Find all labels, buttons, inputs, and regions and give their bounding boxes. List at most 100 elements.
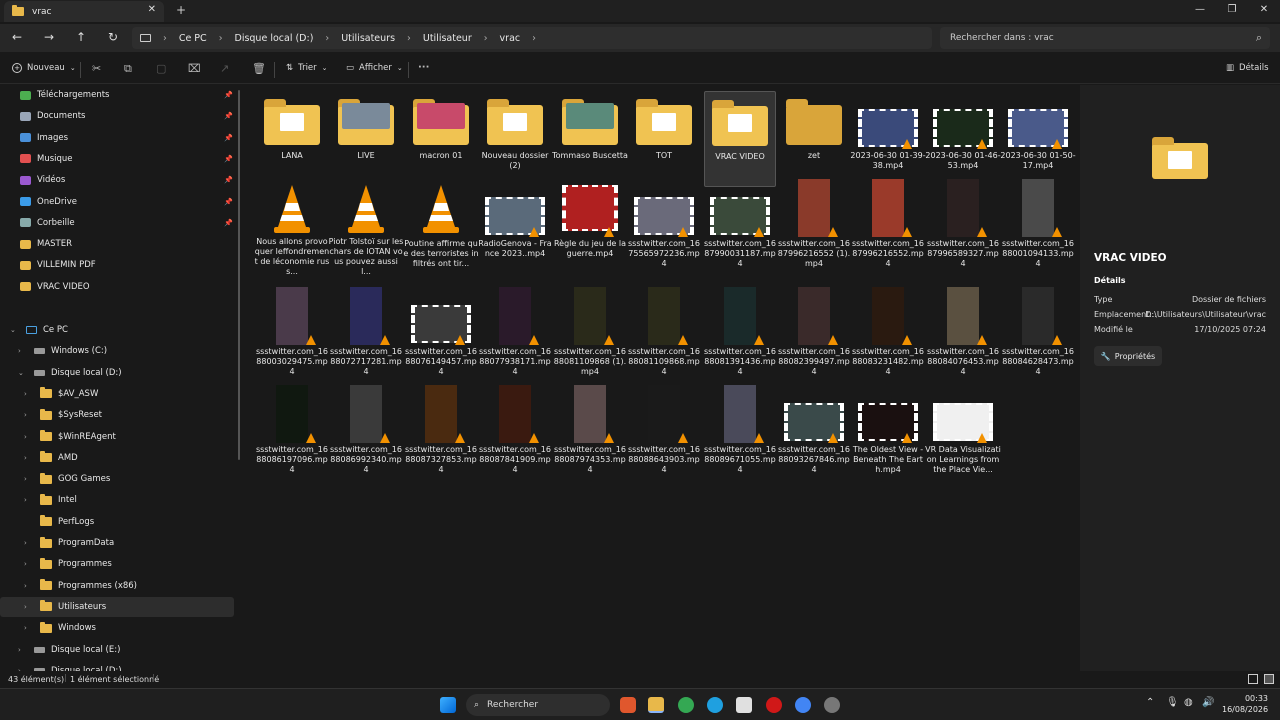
- file-item[interactable]: Piotr Tolstoï sur les chars de lOTAN vou…: [329, 179, 403, 275]
- tree-item[interactable]: › AMD: [0, 448, 234, 468]
- sidebar-item[interactable]: Documents 📌: [20, 106, 236, 126]
- sort-button[interactable]: ⇅ Trier ⌄: [286, 63, 328, 73]
- chrome-icon[interactable]: [795, 697, 811, 713]
- edge-icon[interactable]: [707, 697, 723, 713]
- tree-item[interactable]: › $WinREAgent: [0, 427, 234, 447]
- chevron-right-icon[interactable]: ›: [24, 539, 27, 547]
- file-item[interactable]: ssstwitter.com_1687996589327.mp4: [927, 179, 999, 275]
- folder-item[interactable]: zet: [778, 91, 850, 187]
- sidebar-item[interactable]: VRAC VIDEO: [20, 277, 236, 297]
- breadcrumb-item[interactable]: Utilisateurs: [341, 33, 395, 44]
- chevron-right-icon[interactable]: ›: [18, 646, 21, 654]
- chevron-right-icon[interactable]: ›: [24, 411, 27, 419]
- file-item[interactable]: Règle du jeu de la guerre.mp4: [554, 179, 626, 275]
- brave-icon[interactable]: [620, 697, 636, 713]
- chevron-right-icon[interactable]: ›: [24, 624, 27, 632]
- chevron-right-icon[interactable]: ›: [24, 433, 27, 441]
- chevron-right-icon[interactable]: ›: [18, 667, 21, 671]
- breadcrumb-item[interactable]: Disque local (D:): [235, 33, 314, 44]
- file-item[interactable]: ssstwitter.com_1688087974353.mp4: [554, 385, 626, 481]
- breadcrumb-item[interactable]: vrac: [500, 33, 521, 44]
- cut-icon[interactable]: ✂: [92, 62, 101, 75]
- folder-item[interactable]: macron 01: [405, 91, 477, 187]
- volume-icon[interactable]: 🔊: [1202, 697, 1214, 708]
- close-window-button[interactable]: ✕: [1248, 0, 1280, 22]
- file-item[interactable]: ssstwitter.com_1688089671055.mp4: [704, 385, 776, 481]
- breadcrumb-item[interactable]: Ce PC: [179, 33, 207, 44]
- tree-item[interactable]: › GOG Games: [0, 469, 234, 489]
- network-icon[interactable]: ◍: [1184, 697, 1193, 708]
- sidebar-item[interactable]: OneDrive 📌: [20, 192, 236, 212]
- file-item[interactable]: ssstwitter.com_1688072717281.mp4: [330, 287, 402, 383]
- new-button[interactable]: + Nouveau ⌄: [12, 63, 76, 73]
- file-item[interactable]: ssstwitter.com_1688081109868.mp4: [628, 287, 700, 383]
- details-view-icon[interactable]: [1248, 674, 1258, 684]
- file-item[interactable]: 2023-06-30 01-46-53.mp4: [925, 91, 1001, 187]
- sidebar-item[interactable]: Images 📌: [20, 128, 236, 148]
- file-item[interactable]: VR Data Visualization Learnings from the…: [925, 385, 1001, 481]
- start-icon[interactable]: [440, 697, 456, 713]
- file-item[interactable]: ssstwitter.com_1688083231482.mp4: [852, 287, 924, 383]
- file-item[interactable]: ssstwitter.com_1688084628473.mp4: [1002, 287, 1074, 383]
- sidebar-item[interactable]: Musique 📌: [20, 149, 236, 169]
- sidebar-item[interactable]: Vidéos 📌: [20, 170, 236, 190]
- share-icon[interactable]: ↗: [220, 62, 229, 75]
- tree-item[interactable]: ⌄ Disque local (D:): [0, 363, 234, 383]
- paste-icon[interactable]: ▢: [156, 62, 166, 75]
- chevron-right-icon[interactable]: ›: [24, 390, 27, 398]
- file-item[interactable]: 2023-06-30 01-39-38.mp4: [850, 91, 926, 187]
- tree-item[interactable]: › Programmes (x86): [0, 576, 234, 596]
- file-item[interactable]: Poutine affirme que des terroristes infi…: [403, 179, 479, 275]
- forward-button[interactable]: →: [44, 30, 54, 44]
- tab-vrac[interactable]: vrac ✕: [4, 1, 164, 22]
- folder-item[interactable]: TOT: [628, 91, 700, 187]
- opera-icon[interactable]: [766, 697, 782, 713]
- close-tab-icon[interactable]: ✕: [148, 4, 156, 15]
- chevron-right-icon[interactable]: ›: [24, 560, 27, 568]
- tree-item[interactable]: › Windows: [0, 618, 234, 638]
- file-item[interactable]: ssstwitter.com_1688086992340.mp4: [330, 385, 402, 481]
- rename-icon[interactable]: ⌧: [188, 62, 201, 75]
- file-item[interactable]: RadioGenova - France 2023..mp4: [478, 179, 552, 275]
- tree-item[interactable]: › Programmes: [0, 554, 234, 574]
- file-item[interactable]: ssstwitter.com_1687996216552 (1).mp4: [778, 179, 850, 275]
- chevron-down-icon[interactable]: ⌄: [10, 326, 16, 334]
- file-item[interactable]: ssstwitter.com_1688082399497.mp4: [778, 287, 850, 383]
- tree-item[interactable]: › Disque local (D:): [0, 661, 234, 671]
- minimize-button[interactable]: —: [1184, 0, 1216, 22]
- refresh-button[interactable]: ↻: [108, 30, 118, 44]
- taskbar-search[interactable]: ⌕ Rechercher: [466, 694, 610, 716]
- tree-item[interactable]: › $SysReset: [0, 405, 234, 425]
- clock[interactable]: 00:33 16/08/2026: [1222, 693, 1268, 715]
- app-icon[interactable]: [736, 697, 752, 713]
- file-item[interactable]: ssstwitter.com_1687996216552.mp4: [852, 179, 924, 275]
- up-button[interactable]: ↑: [76, 30, 86, 44]
- file-item[interactable]: ssstwitter.com_1688001094133.mp4: [1002, 179, 1074, 275]
- tree-item[interactable]: › Disque local (E:): [0, 640, 234, 660]
- view-button[interactable]: ▭ Afficher ⌄: [346, 63, 403, 73]
- chevron-right-icon[interactable]: ›: [24, 582, 27, 590]
- tree-item[interactable]: › $AV_ASW: [0, 384, 234, 404]
- file-item[interactable]: ssstwitter.com_1688081109868 (1).mp4: [554, 287, 626, 383]
- delete-icon[interactable]: 🗑: [252, 62, 266, 75]
- file-item[interactable]: ssstwitter.com_1688003029475.mp4: [256, 287, 328, 383]
- chevron-up-icon[interactable]: ⌃: [1146, 697, 1154, 708]
- sidebar-item[interactable]: MASTER: [20, 234, 236, 254]
- details-button[interactable]: ▥ Détails: [1226, 63, 1269, 73]
- tiles-view-icon[interactable]: [1264, 674, 1274, 684]
- copy-icon[interactable]: ⧉: [124, 62, 132, 76]
- sidebar-item[interactable]: Téléchargements 📌: [20, 85, 236, 105]
- settings-icon[interactable]: [824, 697, 840, 713]
- tree-item[interactable]: › Intel: [0, 490, 234, 510]
- file-item[interactable]: ssstwitter.com_1675565972236.mp4: [628, 179, 700, 275]
- maximize-button[interactable]: ❐: [1216, 0, 1248, 22]
- folder-item[interactable]: LANA: [256, 91, 328, 187]
- file-item[interactable]: ssstwitter.com_1688088643903.mp4: [628, 385, 700, 481]
- chevron-right-icon[interactable]: ›: [24, 603, 27, 611]
- chevron-right-icon[interactable]: ›: [24, 496, 27, 504]
- file-item[interactable]: ssstwitter.com_1688093267846.mp4: [778, 385, 850, 481]
- tree-item[interactable]: › ProgramData: [0, 533, 234, 553]
- file-explorer-icon[interactable]: [648, 697, 664, 713]
- file-item[interactable]: ssstwitter.com_1688084076453.mp4: [927, 287, 999, 383]
- file-item[interactable]: ssstwitter.com_1688076149457.mp4: [405, 287, 477, 383]
